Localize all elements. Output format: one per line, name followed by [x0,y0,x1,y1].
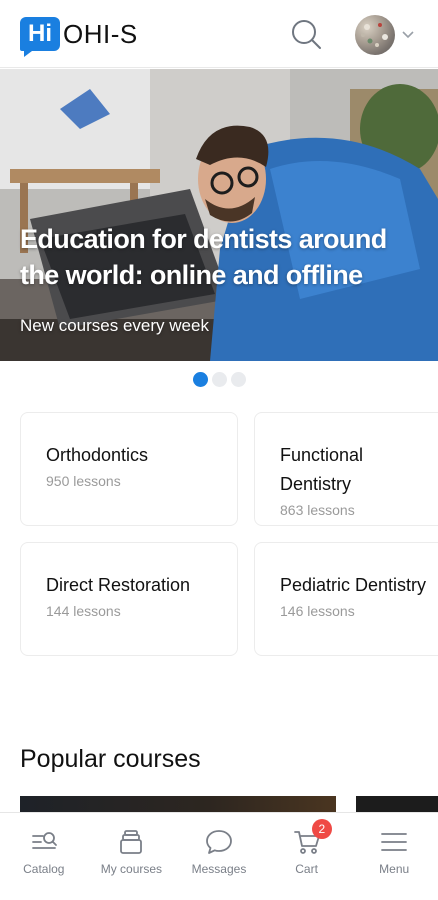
category-lessons: 144 lessons [46,603,121,619]
messages-icon [206,830,232,854]
nav-catalog[interactable]: Catalog [0,813,88,900]
carousel-dot-3[interactable] [230,372,246,387]
category-lessons: 146 lessons [280,603,355,619]
logo[interactable]: Hi OHI-S [20,16,138,57]
category-card-direct-restoration[interactable]: Direct Restoration 144 lessons [20,542,238,656]
carousel-dots [0,372,438,388]
nav-label: Cart [295,862,318,876]
cart-badge: 2 [311,819,332,839]
category-title: Pediatric Dentistry [280,575,427,595]
popular-courses-title: Popular courses [20,745,201,773]
avatar[interactable] [355,15,395,55]
logo-text: OHI-S [63,18,138,49]
category-lessons: 950 lessons [46,473,121,489]
category-card-functional-dentistry[interactable]: Functional Dentistry 863 lessons [254,412,438,526]
category-lessons: 863 lessons [280,502,355,518]
chevron-down-icon[interactable] [400,26,416,42]
menu-icon [381,833,408,851]
hero-banner[interactable]: Education for dentists around the world:… [0,69,438,361]
app-header: Hi OHI-S [0,0,438,68]
category-card-pediatric-dentistry[interactable]: Pediatric Dentistry 146 lessons [254,542,438,656]
nav-cart[interactable]: 2 Cart [263,813,351,900]
category-title: Functional Dentistry [280,445,364,494]
nav-my-courses[interactable]: My courses [88,813,176,900]
nav-messages[interactable]: Messages [175,813,263,900]
hero-title: Education for dentists around the world:… [20,224,387,290]
category-card-orthodontics[interactable]: Orthodontics 950 lessons [20,412,238,526]
my-courses-icon [120,830,143,854]
nav-label: Menu [379,862,410,876]
carousel-dot-2[interactable] [211,372,227,387]
logo-badge: Hi [20,17,60,57]
hero-subtitle: New courses every week [20,316,209,335]
category-title: Direct Restoration [46,575,191,595]
nav-label: My courses [100,862,163,876]
category-title: Orthodontics [46,445,149,465]
carousel-dot-1[interactable] [192,372,208,387]
nav-label: Messages [191,862,247,876]
nav-menu[interactable]: Menu [350,813,438,900]
search-icon[interactable] [290,18,322,50]
bottom-nav: Catalog My courses Messages 2 Cart Menu [0,812,438,900]
nav-label: Catalog [23,862,65,876]
catalog-icon [31,832,57,849]
